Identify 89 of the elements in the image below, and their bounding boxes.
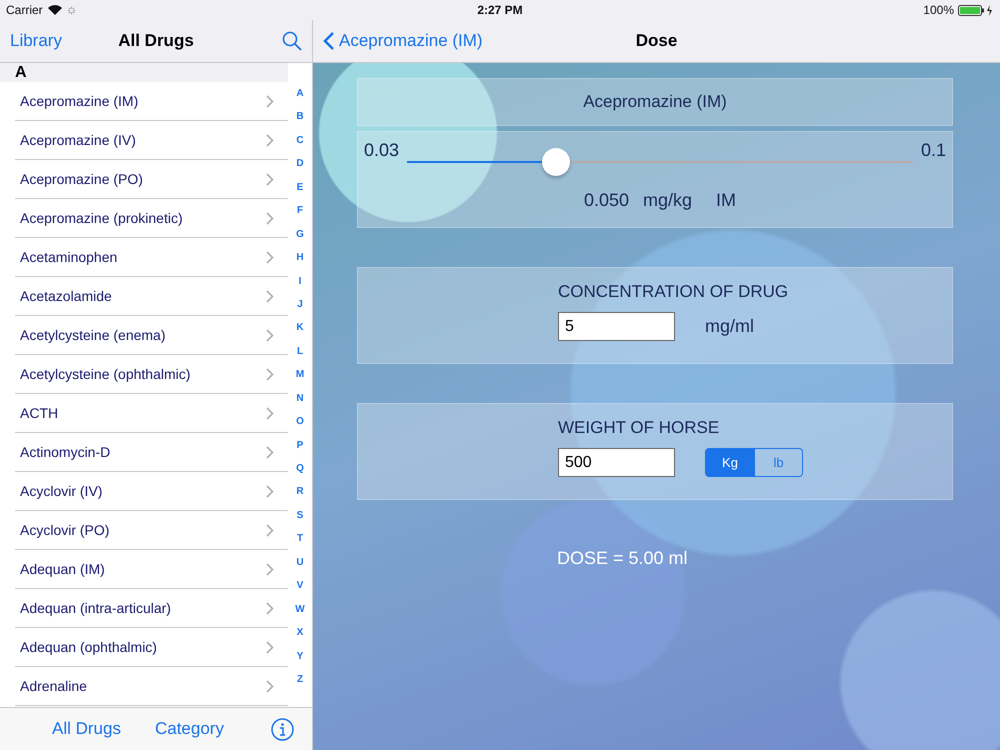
wifi-icon [48,5,62,15]
unit-segment[interactable]: lb [754,449,802,476]
drug-list-item[interactable]: Acepromazine (IV) [15,121,288,160]
index-letter[interactable]: N [296,392,304,416]
weight-input[interactable]: 500 [558,448,675,477]
index-letter[interactable]: S [296,508,304,532]
index-letter[interactable]: E [296,180,304,204]
index-letter[interactable]: I [298,274,302,298]
carrier-label: Carrier [6,3,43,17]
dose-result: DOSE = 5.00 ml [557,548,689,569]
drug-title: Acepromazine (IM) [357,78,953,126]
chevron-icon [266,328,274,342]
drug-list-item[interactable]: Acepromazine (PO) [15,160,288,199]
index-letter[interactable]: M [296,368,304,392]
drug-list-item[interactable]: Acyclovir (IV) [15,472,288,511]
slider-min-label: 0.03 [364,140,400,161]
chevron-icon [266,602,274,614]
drug-list-item[interactable]: Acetylcysteine (ophthalmic) [15,355,288,394]
drug-list-item[interactable]: ACTH [15,394,288,433]
drug-list-item[interactable]: Acepromazine (prokinetic) [15,199,288,238]
index-letter[interactable]: Z [296,672,304,696]
nav-title: Dose [636,31,678,51]
index-letter[interactable]: A [296,87,304,110]
index-letter[interactable]: Y [296,650,304,673]
index-letter[interactable]: Q [296,462,304,486]
battery-icon [958,4,994,16]
chevron-icon [266,134,274,146]
drug-list-item[interactable]: Actinomycin-D [15,433,288,472]
section-header: A [0,63,288,82]
weight-label: WEIGHT OF HORSE [558,418,720,438]
index-letter[interactable]: W [295,602,305,626]
index-letter[interactable]: K [296,321,304,345]
dose-rate-value: 0.050 [584,190,629,211]
index-letter[interactable]: H [296,251,304,274]
back-button[interactable]: Acepromazine (IM) [323,31,483,51]
chevron-icon [266,172,274,186]
unit-segment[interactable]: Kg [706,449,754,476]
index-letter[interactable]: O [296,415,304,439]
chevron-icon [266,640,274,654]
concentration-label: CONCENTRATION OF DRUG [558,282,790,302]
drug-list-item[interactable]: Adequan (IM) [15,550,288,589]
drug-list-item[interactable]: Acetazolamide [15,277,288,316]
search-icon[interactable] [282,31,302,51]
index-letter[interactable]: V [296,579,304,603]
drug-list-item[interactable]: Acyclovir (PO) [15,511,288,550]
chevron-icon [266,562,274,576]
index-letter[interactable]: F [296,204,304,228]
index-letter[interactable]: J [297,298,303,322]
index-letter[interactable]: R [296,485,304,509]
dose-rate-unit: mg/kg [643,190,692,211]
slider-thumb[interactable] [542,148,570,176]
index-letter[interactable]: B [296,110,304,134]
drug-list-item[interactable]: Adequan (intra-articular) [15,589,288,628]
battery-percent: 100% [923,3,954,17]
chevron-icon [266,250,274,264]
index-letter[interactable]: P [296,438,304,462]
chevron-icon [266,524,274,536]
chevron-icon [266,484,274,498]
chevron-icon [266,406,274,420]
chevron-icon [266,290,274,302]
chevron-icon [266,680,274,692]
drug-list-item[interactable]: Adrenaline [15,667,288,706]
toolbar-button[interactable]: All Drugs [52,719,121,739]
index-letter[interactable]: D [296,157,304,181]
index-letter[interactable]: G [296,228,304,252]
info-icon[interactable] [271,718,294,740]
drug-list-item[interactable]: Acetylcysteine (enema) [15,316,288,355]
index-letter[interactable]: C [296,134,304,158]
chevron-icon [266,94,274,108]
slider-max-label: 0.1 [920,140,946,161]
drug-list-item[interactable]: Adequan (ophthalmic) [15,628,288,667]
route-label: IM [716,190,736,211]
index-letter[interactable]: T [296,532,304,556]
toolbar-button[interactable]: Category [154,719,224,739]
drug-list-item[interactable]: Acepromazine (IM) [15,82,288,121]
chevron-icon [266,212,274,224]
library-back-button[interactable]: Library [10,31,62,51]
index-letter[interactable]: X [296,626,304,650]
spinner-icon [66,6,76,14]
nav-title: All Drugs [118,31,194,51]
concentration-input[interactable]: 5 [558,312,675,341]
chevron-icon [266,446,274,458]
status-time: 2:27 PM [477,3,523,17]
back-chevron-icon [323,31,335,51]
concentration-unit: mg/ml [705,316,754,337]
drug-list-item[interactable]: Acetaminophen [15,238,288,277]
chevron-icon [266,368,274,380]
index-letter[interactable]: L [296,344,304,368]
index-letter[interactable]: U [296,556,304,580]
